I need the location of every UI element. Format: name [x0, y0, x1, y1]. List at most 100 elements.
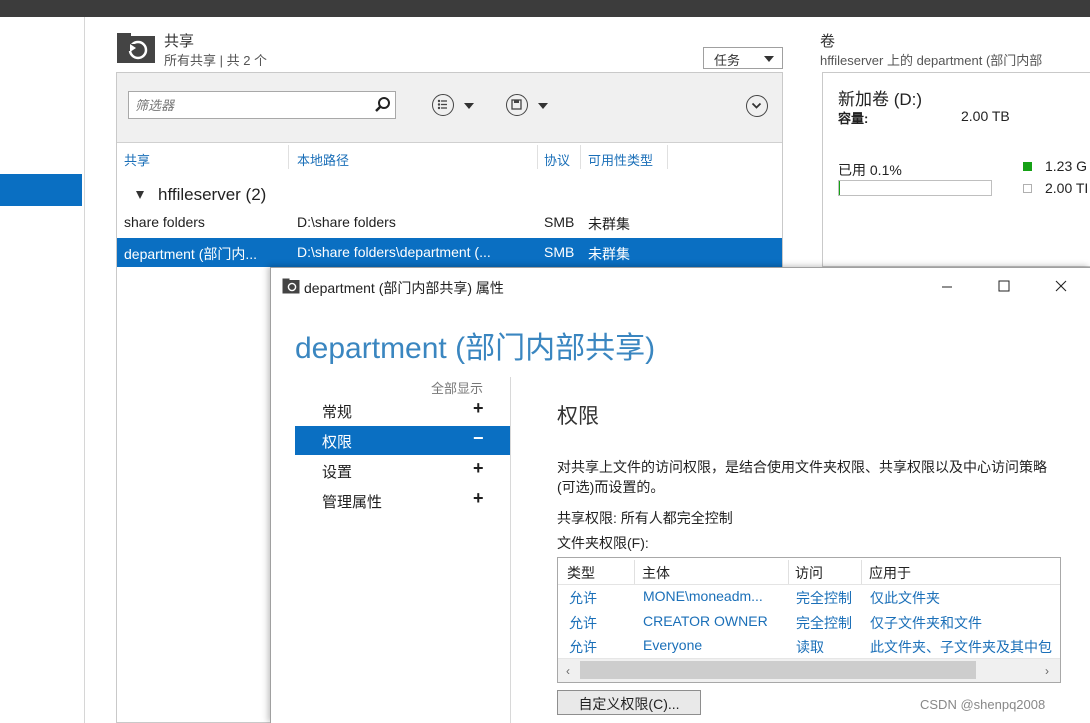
scroll-left-icon[interactable]: ‹ — [566, 664, 570, 678]
used-legend-swatch — [1023, 162, 1032, 171]
share-protocol: SMB — [544, 244, 575, 260]
nav-item-label: 常规 — [322, 404, 353, 421]
table-row-selected[interactable]: department (部门内... D:\share folders\depa… — [117, 238, 782, 267]
free-legend-value: 2.00 TI — [1045, 180, 1089, 196]
minus-icon: − — [473, 428, 484, 448]
perm-access: 读取 — [796, 639, 824, 655]
perm-access: 完全控制 — [796, 590, 852, 606]
permissions-heading: 权限 — [557, 405, 599, 428]
tasks-dropdown[interactable]: 任务 — [703, 47, 783, 69]
plus-icon: + — [473, 458, 484, 478]
shares-section-subtitle: 所有共享 | 共 2 个 — [164, 53, 268, 68]
custom-permissions-button[interactable]: 自定义权限(C)... — [557, 690, 701, 715]
left-nav-selected-item[interactable] — [0, 174, 82, 206]
capacity-label: 容量: — [838, 111, 869, 126]
column-divider — [634, 560, 635, 584]
chevron-down-icon — [464, 103, 474, 109]
share-name: department (部门内... — [124, 246, 258, 262]
chevron-down-icon — [751, 102, 762, 109]
dialog-heading: department (部门内部共享) — [295, 332, 656, 365]
usage-bar — [838, 180, 992, 196]
perm-access: 完全控制 — [796, 615, 852, 631]
chevron-down-icon — [538, 103, 548, 109]
column-divider — [537, 145, 538, 169]
plus-icon: + — [473, 488, 484, 508]
column-divider — [580, 145, 581, 169]
table-row[interactable]: share folders D:\share folders SMB 未群集 — [117, 208, 782, 237]
column-header-local-path[interactable]: 本地路径 — [297, 150, 349, 169]
collapse-triangle-icon[interactable] — [136, 191, 144, 199]
column-divider — [288, 145, 289, 169]
perm-col-header-type[interactable]: 类型 — [567, 563, 595, 583]
usage-bar-fill — [839, 181, 840, 195]
server-group-label: hffileserver (2) — [158, 185, 267, 204]
table-header-divider — [558, 584, 1060, 585]
nav-item-label: 设置 — [322, 464, 353, 481]
volume-section-subtitle: hffileserver 上的 department (部门内部 — [820, 53, 1043, 68]
tasks-dropdown-label: 任务 — [714, 53, 741, 68]
perm-principal: CREATOR OWNER — [643, 613, 768, 629]
perm-col-header-principal[interactable]: 主体 — [642, 563, 670, 583]
minimize-button[interactable] — [937, 277, 957, 297]
maximize-button[interactable] — [994, 277, 1014, 297]
close-button[interactable] — [1051, 277, 1071, 297]
used-legend-value: 1.23 G — [1045, 158, 1088, 174]
capacity-value: 2.00 TB — [961, 108, 1010, 124]
perm-type: 允许 — [569, 590, 597, 606]
nav-item-settings[interactable]: 设置 + — [295, 456, 510, 485]
share-folder-icon — [282, 278, 300, 294]
search-icon[interactable] — [374, 96, 392, 114]
nav-divider — [510, 377, 511, 723]
table-row[interactable]: 允许 MONE\moneadm... 完全控制 仅此文件夹 — [558, 586, 1060, 610]
perm-col-header-applies[interactable]: 应用于 — [869, 563, 911, 583]
column-header-protocol[interactable]: 协议 — [544, 150, 570, 169]
scrollbar-thumb[interactable] — [580, 661, 976, 679]
share-path: D:\share folders\department (... — [297, 244, 491, 260]
permissions-description: 对共享上文件的访问权限，是结合使用文件夹权限、共享权限以及中心访问策略(可选)而… — [557, 459, 1047, 495]
perm-applies: 仅此文件夹 — [870, 590, 940, 606]
column-header-availability[interactable]: 可用性类型 — [588, 150, 653, 169]
perm-type: 允许 — [569, 639, 597, 655]
share-folder-icon — [117, 33, 155, 63]
query-list-button[interactable] — [432, 92, 478, 118]
scroll-right-icon[interactable]: › — [1045, 664, 1049, 678]
volume-name: 新加卷 (D:) — [838, 90, 923, 109]
share-availability: 未群集 — [588, 216, 630, 232]
nav-item-permissions[interactable]: 权限 − — [295, 426, 510, 455]
dialog-title: department (部门内部共享) 属性 — [304, 280, 504, 296]
left-nav-pane — [0, 17, 85, 723]
shares-section-title: 共享 — [164, 33, 195, 50]
chevron-down-icon — [764, 56, 774, 62]
perm-applies: 此文件夹、子文件夹及其中包 — [870, 639, 1052, 655]
list-icon — [432, 94, 454, 116]
table-row[interactable]: 允许 CREATOR OWNER 完全控制 仅子文件夹和文件 — [558, 611, 1060, 635]
folder-permissions-label: 文件夹权限(F): — [557, 535, 649, 551]
nav-item-management-properties[interactable]: 管理属性 + — [295, 486, 510, 515]
share-protocol: SMB — [544, 214, 575, 230]
free-legend-swatch — [1023, 184, 1032, 193]
column-divider — [788, 560, 789, 584]
share-name: share folders — [124, 214, 205, 230]
nav-item-label: 管理属性 — [322, 494, 383, 511]
nav-item-general[interactable]: 常规 + — [295, 396, 510, 425]
share-path: D:\share folders — [297, 214, 396, 230]
plus-icon: + — [473, 398, 484, 418]
table-row[interactable]: 允许 Everyone 读取 此文件夹、子文件夹及其中包 — [558, 636, 1060, 658]
perm-principal: Everyone — [643, 637, 703, 653]
expand-collapse-button[interactable] — [746, 95, 768, 117]
perm-applies: 仅子文件夹和文件 — [870, 615, 982, 631]
column-divider — [861, 560, 862, 584]
filter-input[interactable] — [128, 91, 396, 119]
perm-col-header-access[interactable]: 访问 — [795, 563, 823, 583]
perm-principal: MONE\moneadm... — [643, 588, 763, 604]
column-header-share[interactable]: 共享 — [124, 150, 150, 169]
show-all-link[interactable]: 全部显示 — [431, 378, 483, 397]
top-bar — [0, 0, 1090, 17]
save-icon — [506, 94, 528, 116]
share-permissions-text: 共享权限: 所有人都完全控制 — [557, 510, 733, 526]
used-label: 已用 0.1% — [838, 162, 902, 178]
save-query-button[interactable] — [506, 92, 552, 118]
volume-section-title: 卷 — [820, 33, 836, 50]
watermark: CSDN @shenpq2008 — [920, 697, 1046, 712]
column-divider — [667, 145, 668, 169]
